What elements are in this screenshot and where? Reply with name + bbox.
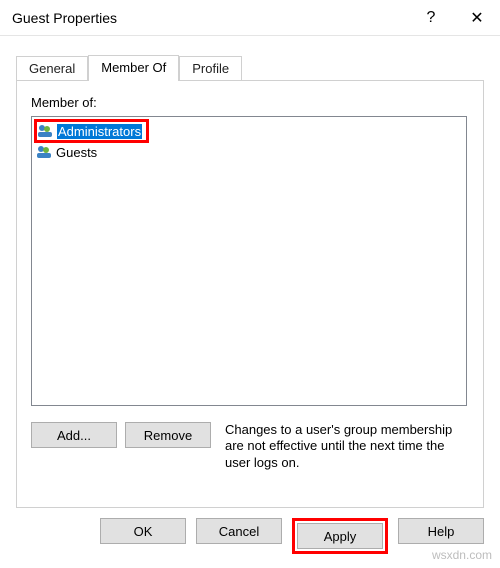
group-icon: [37, 123, 53, 139]
tab-general[interactable]: General: [16, 56, 88, 82]
membership-note: Changes to a user's group membership are…: [219, 422, 469, 471]
close-button[interactable]: ✕: [454, 0, 500, 35]
dialog-button-row: OK Cancel Apply Help: [0, 508, 500, 554]
list-item[interactable]: Administrators: [37, 122, 146, 140]
help-dialog-button[interactable]: Help: [398, 518, 484, 544]
titlebar-controls: ? ✕: [408, 0, 500, 35]
tab-panel-member-of: Member of: Administrators: [16, 80, 484, 508]
tab-profile[interactable]: Profile: [179, 56, 242, 82]
member-of-label: Member of:: [31, 95, 469, 110]
window-title: Guest Properties: [12, 10, 408, 26]
watermark: wsxdn.com: [432, 548, 492, 562]
help-button[interactable]: ?: [408, 0, 454, 35]
tab-strip: General Member Of Profile: [16, 54, 484, 80]
panel-buttons: Add... Remove: [31, 422, 211, 448]
list-item[interactable]: Guests: [34, 143, 466, 161]
list-item-highlight: Administrators: [34, 119, 149, 143]
group-icon: [36, 144, 52, 160]
apply-highlight: Apply: [292, 518, 388, 554]
cancel-button[interactable]: Cancel: [196, 518, 282, 544]
dialog-body: General Member Of Profile Member of: Adm…: [0, 36, 500, 508]
apply-button[interactable]: Apply: [297, 523, 383, 549]
add-button[interactable]: Add...: [31, 422, 117, 448]
remove-button[interactable]: Remove: [125, 422, 211, 448]
panel-bottom-row: Add... Remove Changes to a user's group …: [31, 422, 469, 471]
tab-member-of[interactable]: Member Of: [88, 55, 179, 81]
titlebar: Guest Properties ? ✕: [0, 0, 500, 36]
list-item-label: Guests: [56, 145, 97, 160]
ok-button[interactable]: OK: [100, 518, 186, 544]
list-item-label: Administrators: [57, 124, 142, 139]
member-of-listbox[interactable]: Administrators Guests: [31, 116, 467, 406]
